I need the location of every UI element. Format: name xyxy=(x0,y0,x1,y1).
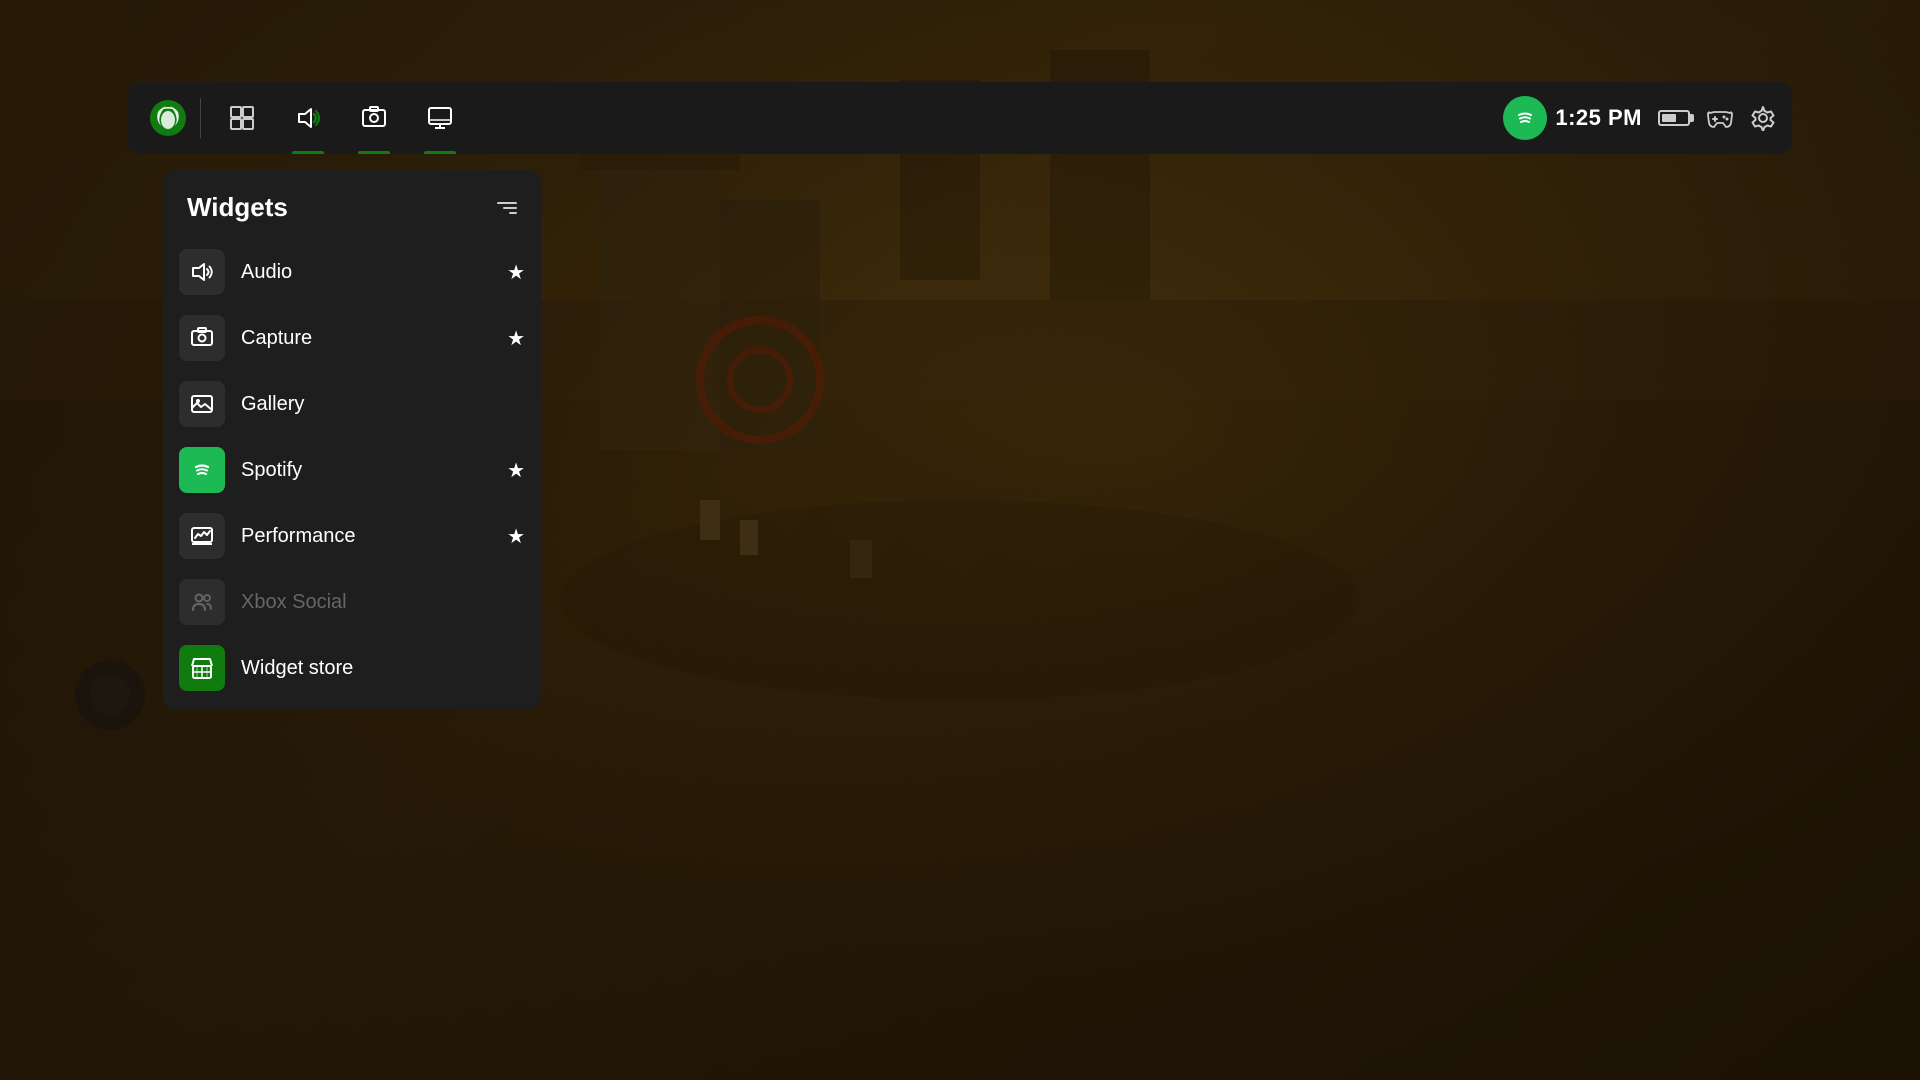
spotify-widget-icon xyxy=(189,457,215,483)
audio-underline xyxy=(292,151,324,154)
store-widget-label: Widget store xyxy=(241,657,525,680)
nav-item-audio[interactable] xyxy=(275,82,341,154)
audio-widget-label: Audio xyxy=(241,261,491,284)
spotify-widget-icon-wrap xyxy=(179,447,225,493)
xbox-logo-icon xyxy=(150,100,186,136)
controller-icon xyxy=(1706,107,1734,129)
widget-item-audio[interactable]: Audio ★ xyxy=(163,239,541,305)
performance-widget-icon-wrap xyxy=(179,513,225,559)
capture-widget-icon xyxy=(190,326,214,350)
nav-item-capture[interactable] xyxy=(341,82,407,154)
performance-widget-label: Performance xyxy=(241,525,491,548)
spotify-icon xyxy=(1512,105,1538,131)
gallery-widget-label: Gallery xyxy=(241,393,525,416)
widget-item-store[interactable]: Widget store xyxy=(163,635,541,701)
gallery-widget-icon-wrap xyxy=(179,381,225,427)
xbox-logo[interactable] xyxy=(144,94,192,142)
topbar-nav xyxy=(209,82,1495,154)
store-widget-icon xyxy=(190,656,214,680)
audio-star[interactable]: ★ xyxy=(507,260,525,285)
gear-icon[interactable] xyxy=(1750,105,1776,131)
audio-widget-icon-wrap xyxy=(179,249,225,295)
performance-star[interactable]: ★ xyxy=(507,524,525,549)
clock: 1:25 PM xyxy=(1555,105,1642,131)
nav-item-display[interactable] xyxy=(407,82,473,154)
widget-item-performance[interactable]: Performance ★ xyxy=(163,503,541,569)
capture-star[interactable]: ★ xyxy=(507,326,525,351)
spotify-button[interactable] xyxy=(1503,96,1547,140)
capture-nav-icon xyxy=(361,105,387,131)
display-underline xyxy=(424,151,456,154)
widgets-title: Widgets xyxy=(187,192,288,223)
capture-underline xyxy=(358,151,390,154)
capture-widget-icon-wrap xyxy=(179,315,225,361)
filter-button[interactable] xyxy=(497,202,517,214)
store-widget-icon-wrap xyxy=(179,645,225,691)
battery-fill xyxy=(1662,114,1676,122)
capture-widget-label: Capture xyxy=(241,327,491,350)
social-widget-icon xyxy=(190,590,214,614)
widgets-header: Widgets xyxy=(163,170,541,239)
audio-widget-icon xyxy=(190,260,214,284)
battery-indicator xyxy=(1658,110,1690,126)
widget-item-capture[interactable]: Capture ★ xyxy=(163,305,541,371)
topbar-right: 1:25 PM xyxy=(1555,105,1776,131)
widgets-panel: Widgets Audio ★ xyxy=(163,170,541,709)
social-widget-icon-wrap xyxy=(179,579,225,625)
spotify-widget-label: Spotify xyxy=(241,459,491,482)
widget-item-spotify[interactable]: Spotify ★ xyxy=(163,437,541,503)
social-widget-label: Xbox Social xyxy=(241,591,525,614)
multiwindow-icon xyxy=(229,105,255,131)
performance-widget-icon xyxy=(190,524,214,548)
nav-item-multiwindow[interactable] xyxy=(209,82,275,154)
widget-item-gallery[interactable]: Gallery xyxy=(163,371,541,437)
topbar: 1:25 PM xyxy=(128,82,1792,154)
spotify-star[interactable]: ★ xyxy=(507,458,525,483)
topbar-divider xyxy=(200,98,201,138)
audio-nav-icon xyxy=(295,105,321,131)
display-nav-icon xyxy=(427,105,453,131)
gallery-widget-icon xyxy=(190,392,214,416)
widget-item-xbox-social[interactable]: Xbox Social xyxy=(163,569,541,635)
filter-icon xyxy=(497,202,517,214)
